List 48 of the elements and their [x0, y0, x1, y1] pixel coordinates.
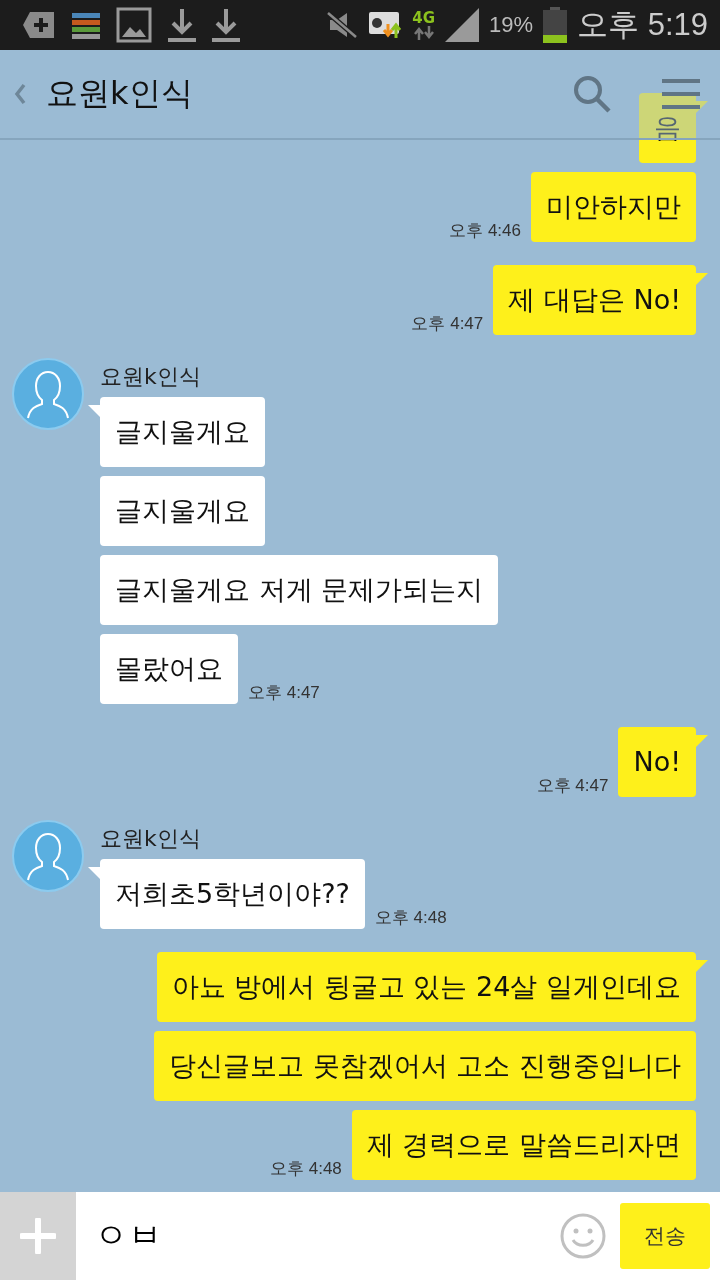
clock: 오후 5:19 — [577, 6, 708, 44]
message-bubble: 글지울게요 저게 문제가되는지 — [100, 555, 499, 625]
download-icon — [212, 7, 240, 43]
message-time: 오후 4:48 — [374, 907, 447, 929]
add-notification-icon — [22, 10, 56, 40]
message-bubble: 미안하지만 — [531, 172, 696, 242]
avatar-icon — [12, 820, 84, 892]
bubble-tail — [696, 273, 708, 285]
message-bubble: 몰랐어요 — [100, 634, 238, 704]
avatar-icon — [12, 358, 84, 430]
message-time: 오후 4:48 — [270, 1158, 342, 1180]
message-bubble: 글지울게요 — [100, 476, 265, 546]
message-bubble: 제 대답은 No! — [493, 265, 696, 335]
bubble-tail — [696, 101, 708, 113]
bubble-tail — [696, 960, 708, 972]
signal-icon — [445, 8, 479, 42]
download-icon — [168, 7, 196, 43]
bubble-tail — [696, 735, 708, 747]
plus-icon — [20, 1218, 56, 1254]
bubble-tail — [88, 867, 100, 879]
message-time: 오후 4:47 — [536, 775, 609, 797]
sender-name: 요원k인식 — [100, 366, 201, 388]
message-bubble: 아뇨 방에서 뒹굴고 있는 24살 일게인데요 — [156, 952, 696, 1022]
image-icon — [116, 7, 152, 43]
message-bubble: 당신글보고 못참겠어서 고소 진행중입니다 — [154, 1031, 696, 1101]
message-time: 오후 4:47 — [411, 313, 484, 335]
battery-icon — [543, 7, 568, 43]
sync-icon — [368, 10, 403, 40]
sender-name: 요원k인식 — [100, 828, 201, 850]
bubble-tail — [88, 405, 100, 417]
back-icon[interactable] — [14, 83, 26, 105]
attach-button[interactable] — [0, 1192, 76, 1280]
message-bubble: No! — [618, 727, 696, 797]
storage-icon — [72, 11, 100, 39]
send-button[interactable]: 전송 — [620, 1203, 710, 1269]
data-arrows-icon — [413, 26, 434, 40]
network-type: 4G — [412, 10, 435, 26]
battery-percent: 19% — [489, 12, 534, 38]
menu-icon[interactable] — [662, 78, 700, 110]
message-time: 오후 4:47 — [248, 682, 320, 704]
emoji-icon[interactable] — [560, 1213, 606, 1259]
message-bubble: 저희초5학년이야?? — [100, 859, 365, 929]
message-bubble: 글지울게요 — [100, 397, 265, 467]
chat-title: 요원k인식 — [46, 73, 194, 114]
message-time: 오후 4:46 — [449, 220, 521, 242]
search-icon[interactable] — [572, 74, 612, 114]
mute-icon — [326, 11, 359, 39]
message-bubble: 제 경력으로 말씀드리자면 — [351, 1110, 696, 1180]
